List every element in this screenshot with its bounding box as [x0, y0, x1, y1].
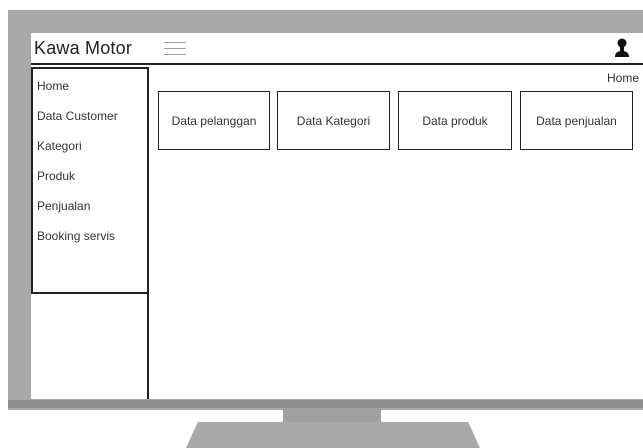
sidebar-item-kategori[interactable]: Kategori — [37, 139, 82, 153]
screen: Kawa Motor Home Data Customer Kategori P… — [31, 33, 643, 399]
sidebar: Home Data Customer Kategori Produk Penju… — [31, 67, 149, 399]
hamburger-menu-icon[interactable] — [164, 42, 186, 56]
sidebar-item-home[interactable]: Home — [37, 79, 69, 93]
monitor-bezel — [8, 400, 643, 408]
monitor-stand-base — [186, 422, 480, 448]
sidebar-item-data-customer[interactable]: Data Customer — [37, 109, 118, 123]
card-data-penjualan[interactable]: Data penjualan — [520, 91, 633, 150]
card-data-pelanggan[interactable]: Data pelanggan — [158, 91, 270, 150]
sidebar-item-booking-servis[interactable]: Booking servis — [37, 229, 115, 243]
app-title: Kawa Motor — [34, 38, 133, 58]
monitor-stand-neck — [283, 408, 381, 422]
card-data-produk[interactable]: Data produk — [398, 91, 512, 150]
user-icon[interactable] — [613, 38, 631, 58]
sidebar-item-penjualan[interactable]: Penjualan — [37, 199, 90, 213]
top-navbar: Kawa Motor — [31, 33, 643, 65]
sidebar-item-produk[interactable]: Produk — [37, 169, 75, 183]
breadcrumb: Home — [606, 71, 639, 85]
sidebar-menu: Home Data Customer Kategori Produk Penju… — [31, 67, 149, 294]
card-data-kategori[interactable]: Data Kategori — [277, 91, 390, 150]
monitor-frame: Kawa Motor Home Data Customer Kategori P… — [8, 10, 643, 410]
